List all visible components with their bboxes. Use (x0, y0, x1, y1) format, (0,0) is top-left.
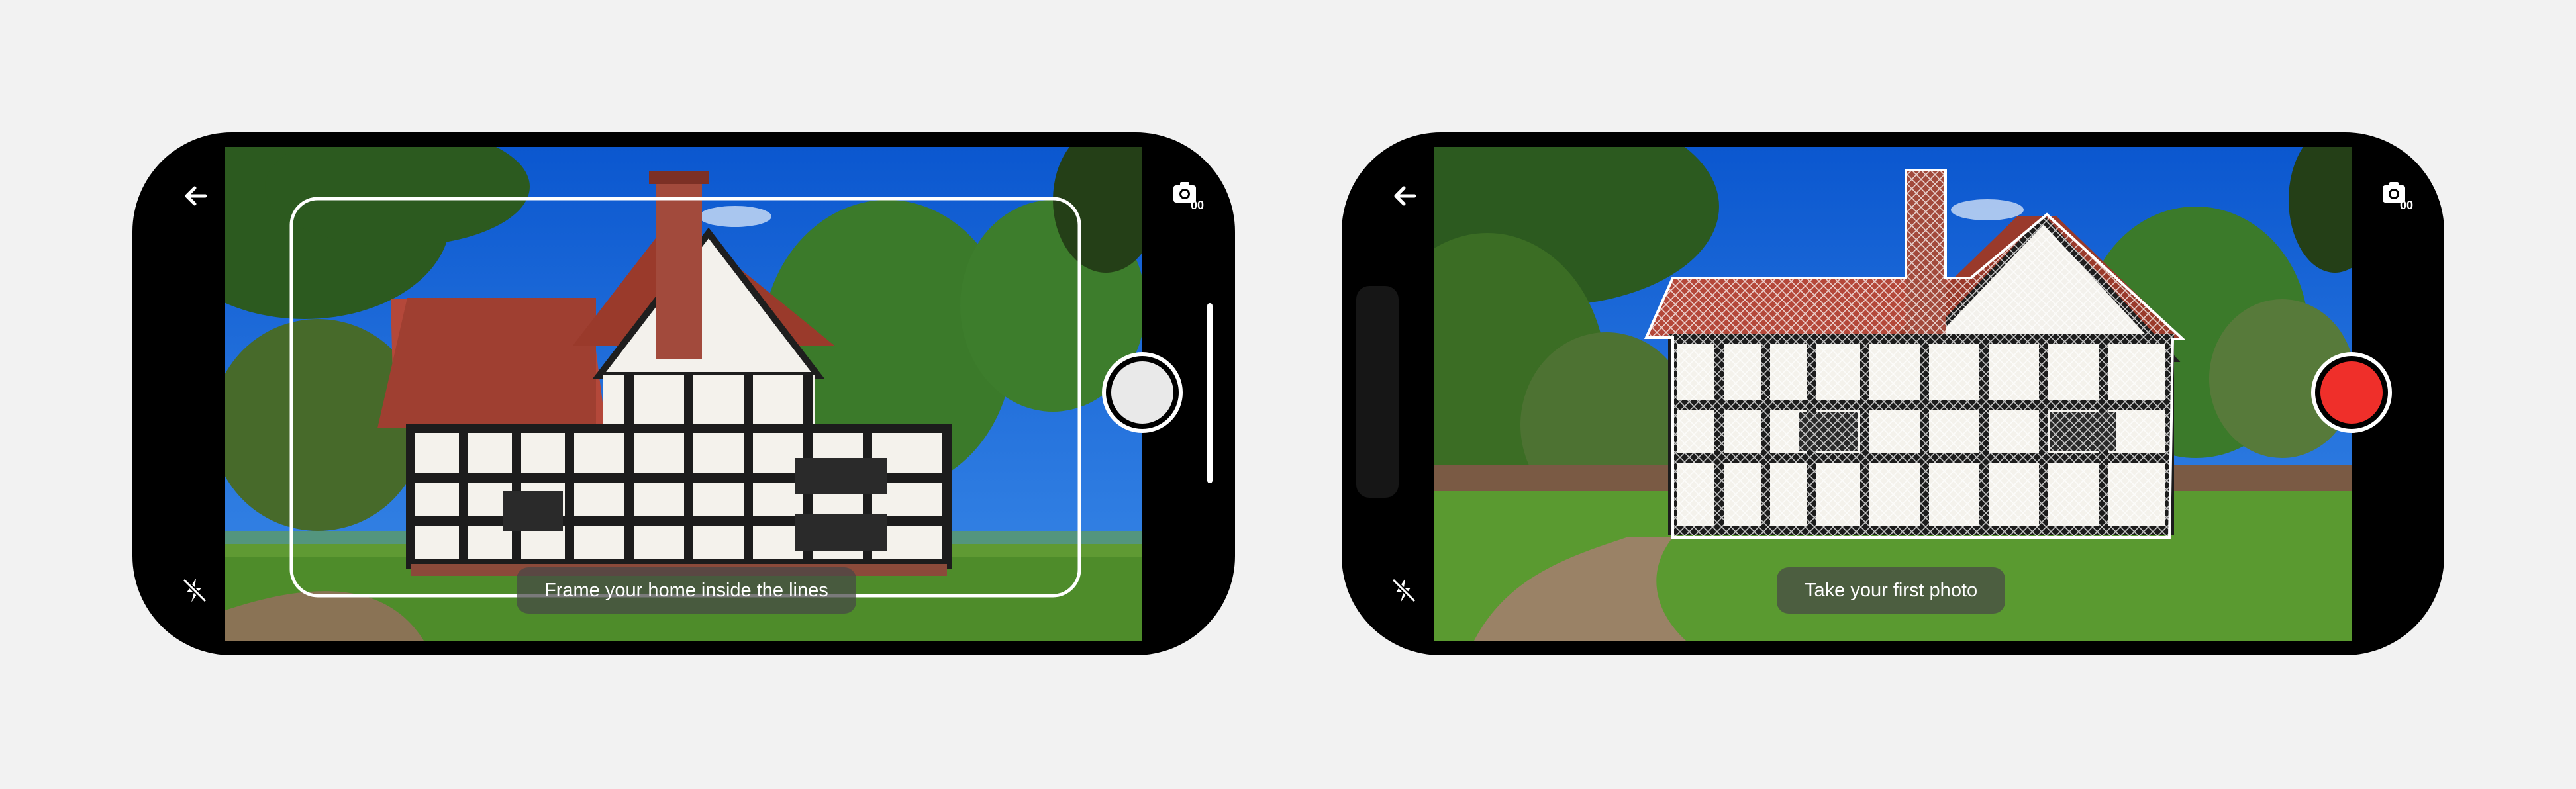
arrow-left-icon[interactable] (180, 180, 212, 212)
flash-off-icon[interactable] (179, 575, 211, 606)
camera-icon[interactable]: 00 (2381, 179, 2418, 212)
shutter-button-inner (2320, 361, 2383, 424)
capture-hint-label: Take your first photo (1777, 567, 2006, 614)
shutter-button[interactable] (2311, 352, 2392, 433)
shutter-button-inner (1111, 361, 1173, 424)
shutter-button[interactable] (1102, 352, 1183, 433)
photo-count-badge: 00 (1191, 199, 1204, 212)
flash-off-icon[interactable] (1388, 575, 1420, 606)
camera-icon[interactable]: 00 (1172, 179, 1209, 212)
arrow-left-icon[interactable] (1389, 180, 1421, 212)
zoom-slider[interactable] (1207, 303, 1213, 483)
camera-notch (1356, 286, 1399, 498)
photo-count-badge: 00 (2400, 199, 2413, 212)
frame-hint-label: Frame your home inside the lines (517, 567, 856, 614)
